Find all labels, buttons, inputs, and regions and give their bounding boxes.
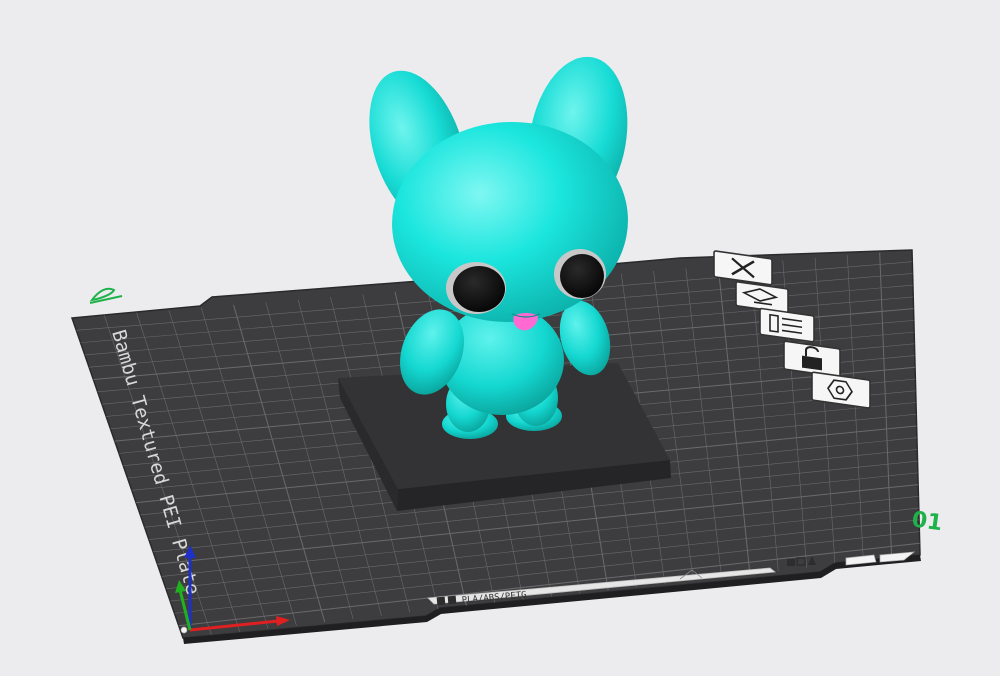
lock-small-icon: [787, 559, 795, 566]
plate-number-label[interactable]: 01: [910, 507, 944, 536]
edit-plate-name-icon[interactable]: [89, 287, 123, 304]
layers-icon: [447, 595, 457, 605]
3d-viewport[interactable]: Bambu Textured PEI Plate 01 PLA/ABS/PETG: [0, 0, 1000, 676]
axis-origin: [180, 626, 188, 634]
scene-canvas[interactable]: Bambu Textured PEI Plate 01 PLA/ABS/PETG: [0, 0, 1000, 676]
right-eye: [560, 254, 604, 298]
grid-icon: [436, 596, 446, 606]
left-eye: [453, 266, 505, 312]
